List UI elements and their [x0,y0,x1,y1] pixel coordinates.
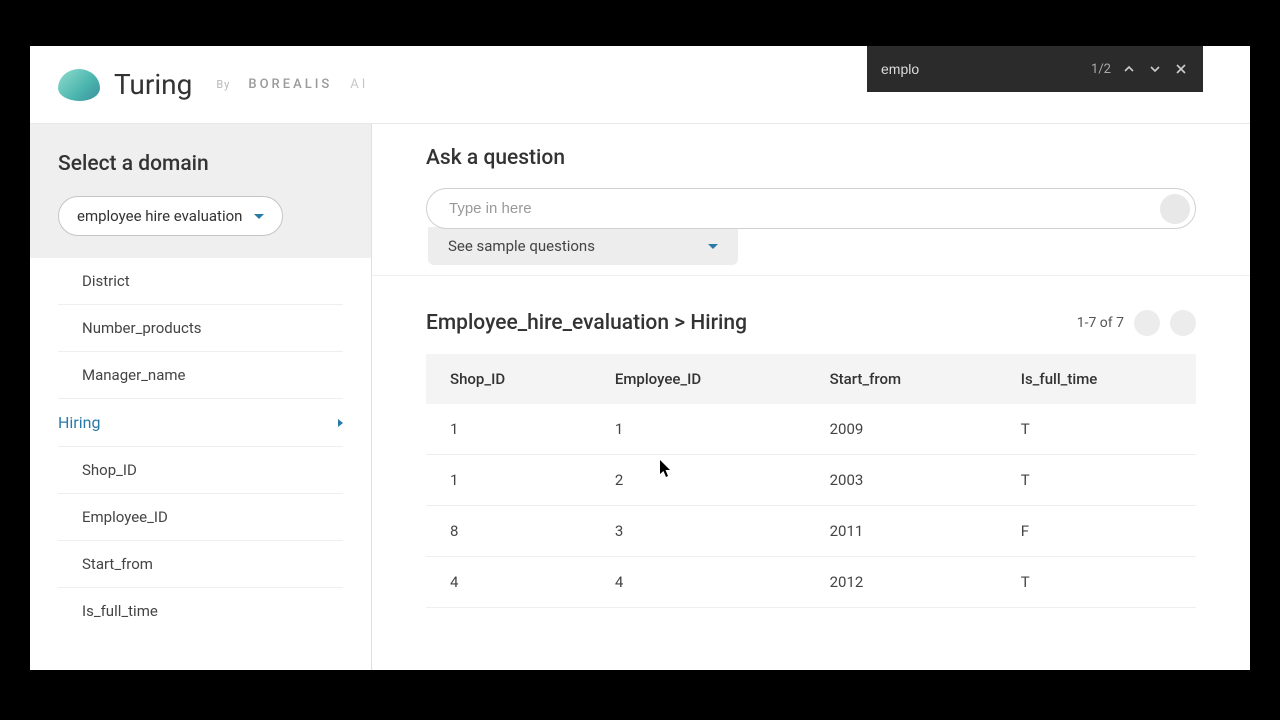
table-row[interactable]: 442012T [426,557,1196,608]
brand-name: BOREALIS [248,77,332,92]
ask-section: Ask a question See sample questions [372,124,1250,276]
results-section: Employee_hire_evaluation > Hiring 1-7 of… [372,276,1250,670]
find-input[interactable] [881,61,1081,77]
tree-column[interactable]: Start_from [58,540,343,587]
sidebar-title: Select a domain [58,152,343,176]
table-cell: 2011 [806,506,997,557]
table-cell: T [997,404,1196,455]
ask-title: Ask a question [426,146,1196,170]
breadcrumb: Employee_hire_evaluation > Hiring [426,311,747,335]
table-cell: 1 [426,404,591,455]
chevron-down-icon [708,244,718,249]
table-row[interactable]: 112009T [426,404,1196,455]
pager-next-button[interactable] [1170,310,1196,336]
sidebar: Select a domain employee hire evaluation… [30,124,372,670]
question-input[interactable] [426,188,1196,229]
logo-icon [58,69,100,101]
find-prev-icon[interactable] [1121,61,1137,77]
tree-column[interactable]: Shop_ID [58,446,343,493]
main-panel: Ask a question See sample questions Empl… [372,124,1250,670]
domain-select[interactable]: employee hire evaluation [58,196,283,236]
table-cell: F [997,506,1196,557]
table-cell: 2 [591,455,806,506]
find-count: 1/2 [1091,62,1111,77]
column-header[interactable]: Employee_ID [591,354,806,404]
logo: Turing By BOREALIS AI [58,68,368,101]
tree-column[interactable]: Is_full_time [58,587,343,634]
find-bar: 1/2 [867,46,1203,92]
pager: 1-7 of 7 [1077,310,1196,336]
pager-range: 1-7 of 7 [1077,315,1124,331]
table-cell: 4 [591,557,806,608]
table-cell: 1 [591,404,806,455]
product-name: Turing [114,68,192,101]
column-header[interactable]: Start_from [806,354,997,404]
table-cell: T [997,557,1196,608]
data-table: Shop_ID Employee_ID Start_from Is_full_t… [426,354,1196,608]
tree-table-active[interactable]: Hiring [58,398,343,446]
submit-button[interactable] [1160,194,1190,224]
chevron-down-icon [254,214,264,219]
sample-questions-label: See sample questions [448,237,595,255]
pager-prev-button[interactable] [1134,310,1160,336]
tree-column[interactable]: Number_products [58,304,343,351]
chevron-right-icon [338,419,343,427]
logo-by: By [216,78,230,91]
tree-column[interactable]: Employee_ID [58,493,343,540]
find-next-icon[interactable] [1147,61,1163,77]
close-icon[interactable] [1173,61,1189,77]
app-window: Turing By BOREALIS AI Select a domain em… [30,46,1250,670]
table-cell: T [997,455,1196,506]
table-cell: 8 [426,506,591,557]
tree-column[interactable]: Manager_name [58,351,343,398]
table-cell: 2012 [806,557,997,608]
brand-suffix: AI [350,77,368,92]
schema-tree: District Number_products Manager_name Hi… [30,258,371,670]
column-header[interactable]: Shop_ID [426,354,591,404]
tree-column[interactable]: District [58,258,343,304]
tree-table-label: Hiring [58,413,100,432]
table-cell: 2009 [806,404,997,455]
table-row[interactable]: 122003T [426,455,1196,506]
table-cell: 2003 [806,455,997,506]
table-cell: 4 [426,557,591,608]
table-cell: 3 [591,506,806,557]
table-cell: 1 [426,455,591,506]
domain-select-value: employee hire evaluation [77,207,242,225]
sample-questions-dropdown[interactable]: See sample questions [428,227,738,265]
table-row[interactable]: 832011F [426,506,1196,557]
column-header[interactable]: Is_full_time [997,354,1196,404]
